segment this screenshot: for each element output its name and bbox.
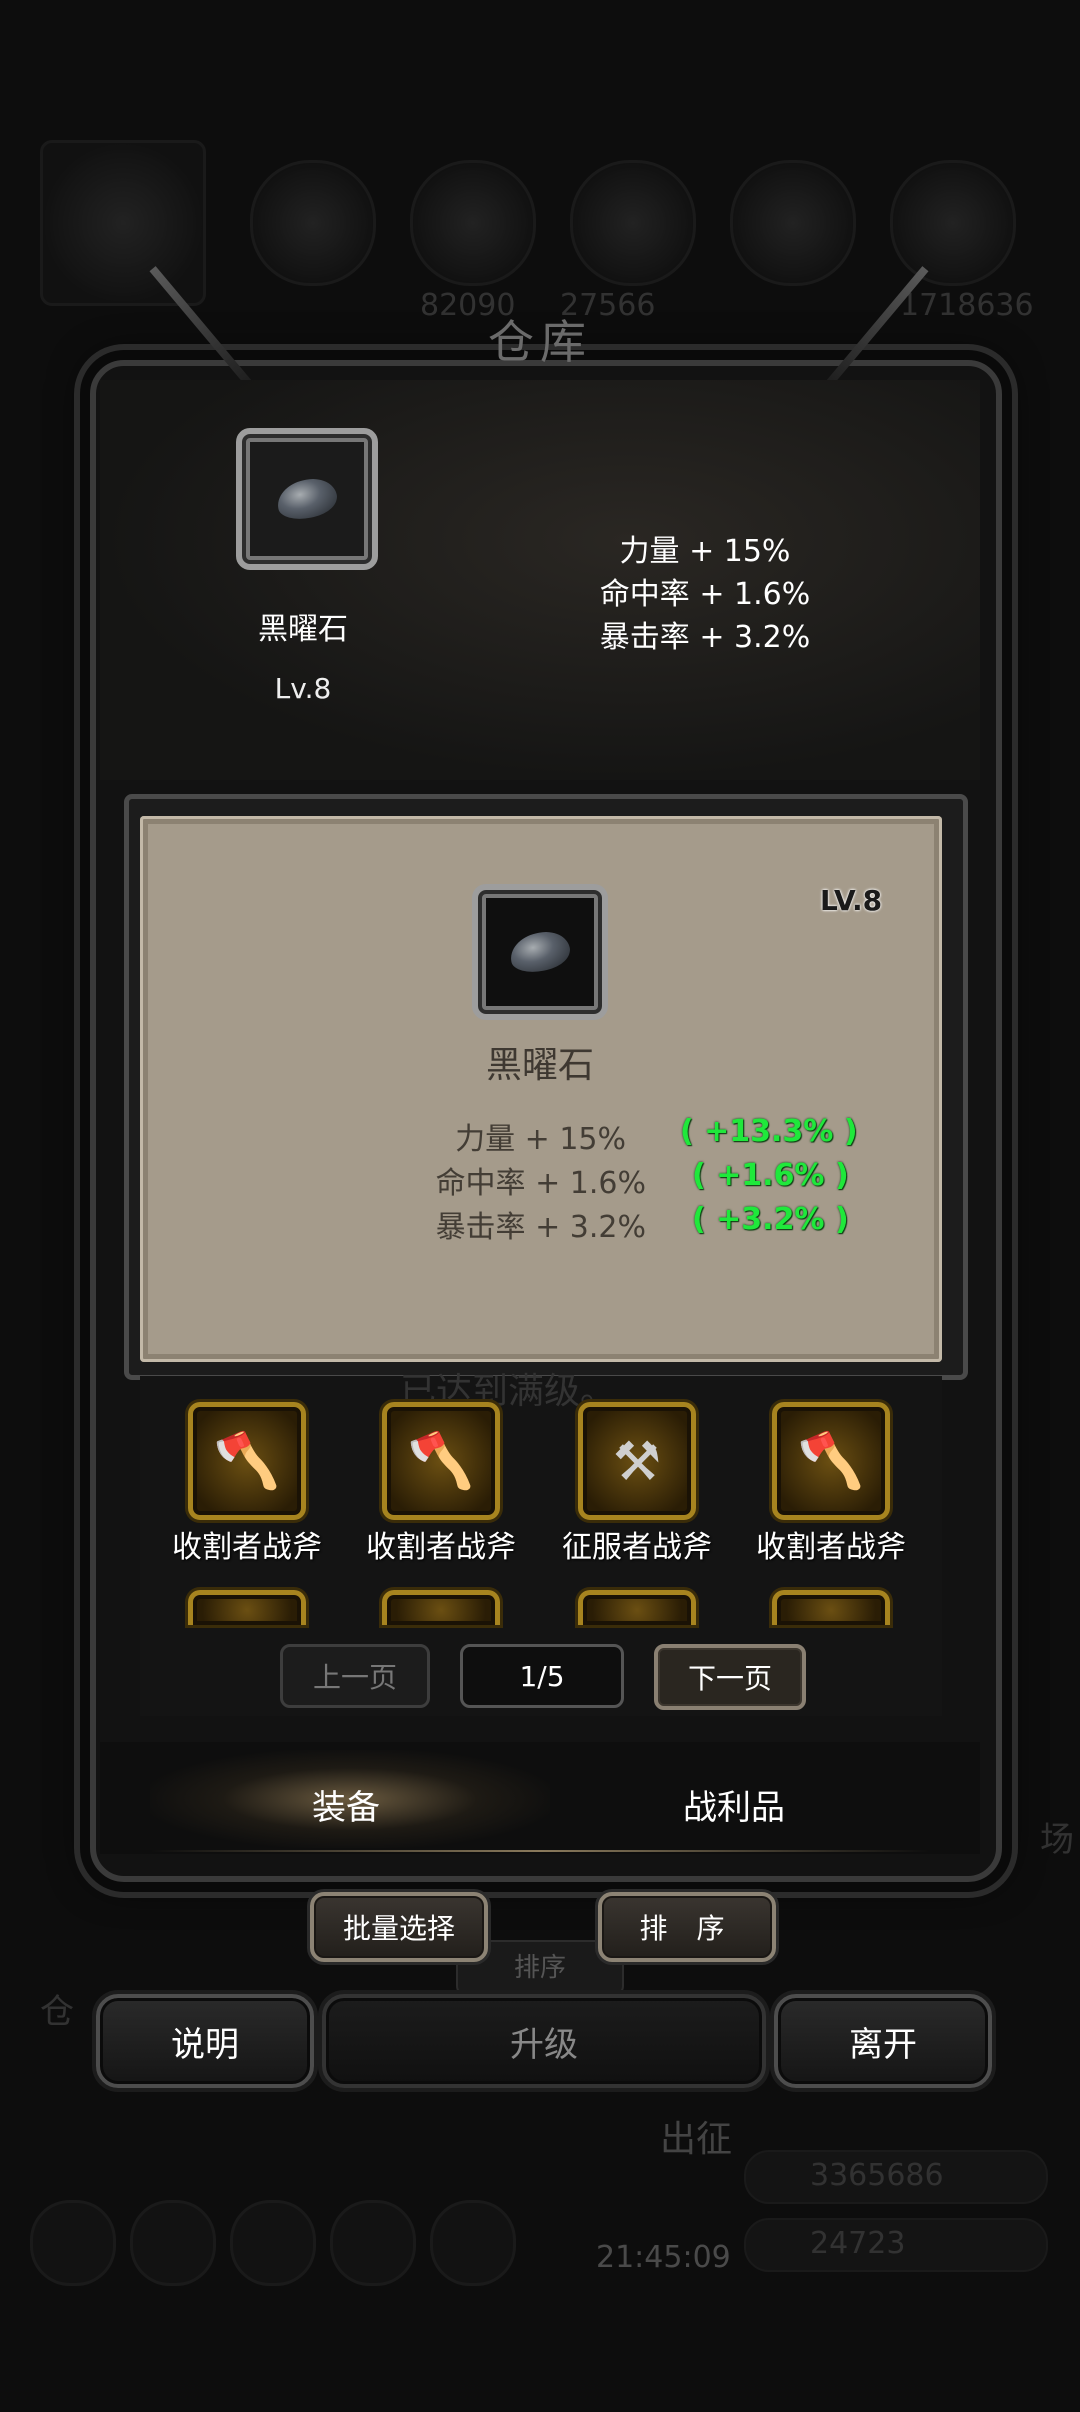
item-slot-icon — [772, 1590, 890, 1625]
item-slot-icon — [382, 1590, 500, 1625]
inventory-item-name: 征服者战斧 — [562, 1530, 712, 1565]
background-nav-icon — [230, 2200, 316, 2286]
tab-divider — [150, 1850, 930, 1852]
item-slot-icon — [188, 1590, 306, 1625]
next-page-button[interactable]: 下一页 — [654, 1644, 806, 1710]
axe-icon: 🪓 — [772, 1402, 890, 1520]
stat-strength: 力量 + 15% — [619, 534, 791, 569]
detail-stat-accuracy: 命中率 + 1.6% — [435, 1166, 646, 1201]
obsidian-stone-icon — [273, 474, 341, 524]
tab-loot[interactable]: 战利品 — [634, 1780, 834, 1829]
background-header: 出征 — [660, 2119, 733, 2160]
background-edge-text: 场 — [1040, 1820, 1074, 1860]
detail-card-name: 黑曜石 — [485, 1045, 594, 1086]
background-slot — [410, 160, 536, 286]
inventory-item[interactable] — [346, 1590, 536, 1625]
detail-stat-strength: 力量 + 15% — [455, 1122, 626, 1157]
inventory-item[interactable]: 🪓 收割者战斧 — [346, 1402, 536, 1566]
help-button[interactable]: 说明 — [96, 1994, 314, 2088]
inventory-item[interactable]: 🪓 收割者战斧 — [736, 1402, 926, 1566]
detail-card-level: LV.8 — [820, 884, 883, 917]
inventory-item[interactable]: 🪓 收割者战斧 — [152, 1402, 342, 1566]
prev-page-button[interactable]: 上一页 — [280, 1644, 430, 1708]
batch-select-button[interactable]: 批量选择 — [310, 1892, 488, 1962]
inventory-item[interactable] — [736, 1590, 926, 1625]
background-timer: 21:45:09 — [596, 2240, 731, 2275]
background-nav-icon — [130, 2200, 216, 2286]
inventory-item-name: 收割者战斧 — [366, 1530, 516, 1565]
background-slot — [730, 160, 856, 286]
background-slot — [250, 160, 376, 286]
panel-title: 仓库 — [488, 315, 592, 369]
inventory-item[interactable]: ⚒ 征服者战斧 — [542, 1402, 732, 1566]
gold-amount: 3365686 — [810, 2158, 944, 2193]
detail-bonus-accuracy: ( +1.6% ) — [692, 1158, 849, 1193]
background-slot — [40, 140, 206, 306]
detail-bonus-strength: ( +13.3% ) — [680, 1114, 858, 1149]
detail-bonus-crit: ( +3.2% ) — [692, 1202, 849, 1237]
background-nav-icon — [330, 2200, 416, 2286]
detail-item-slot — [472, 884, 608, 1020]
gem-amount: 24723 — [810, 2226, 906, 2261]
leave-button[interactable]: 离开 — [774, 1994, 992, 2088]
page-indicator: 1/5 — [460, 1644, 624, 1708]
selected-item-level: Lv.8 — [274, 672, 332, 705]
detail-stat-crit: 暴击率 + 3.2% — [435, 1210, 646, 1245]
axe-icon: 🪓 — [188, 1402, 306, 1520]
background-edge-text: 仓 — [40, 1992, 74, 2032]
background-nav-icon — [430, 2200, 516, 2286]
obsidian-stone-icon — [506, 927, 574, 977]
inventory-item[interactable] — [152, 1590, 342, 1625]
axe-icon: 🪓 — [382, 1402, 500, 1520]
tab-equipment[interactable]: 装备 — [246, 1780, 446, 1829]
upgrade-button[interactable]: 升级 — [322, 1994, 766, 2088]
background-slot — [570, 160, 696, 286]
selected-item-slot[interactable] — [236, 428, 378, 570]
background-slot — [890, 160, 1016, 286]
selected-item-stats: 力量 + 15% 命中率 + 1.6% 暴击率 + 3.2% — [560, 530, 850, 659]
sort-button[interactable]: 排 序 — [598, 1892, 776, 1962]
selected-item-name: 黑曜石 — [258, 612, 348, 647]
stat-accuracy: 命中率 + 1.6% — [599, 577, 811, 612]
stat-crit: 暴击率 + 3.2% — [599, 620, 811, 655]
inventory-item[interactable] — [542, 1590, 732, 1625]
item-slot-icon — [578, 1590, 696, 1625]
battle-axe-icon: ⚒ — [578, 1402, 696, 1520]
inventory-item-name: 收割者战斧 — [172, 1530, 322, 1565]
inventory-item-name: 收割者战斧 — [756, 1530, 906, 1565]
background-nav-icon — [30, 2200, 116, 2286]
